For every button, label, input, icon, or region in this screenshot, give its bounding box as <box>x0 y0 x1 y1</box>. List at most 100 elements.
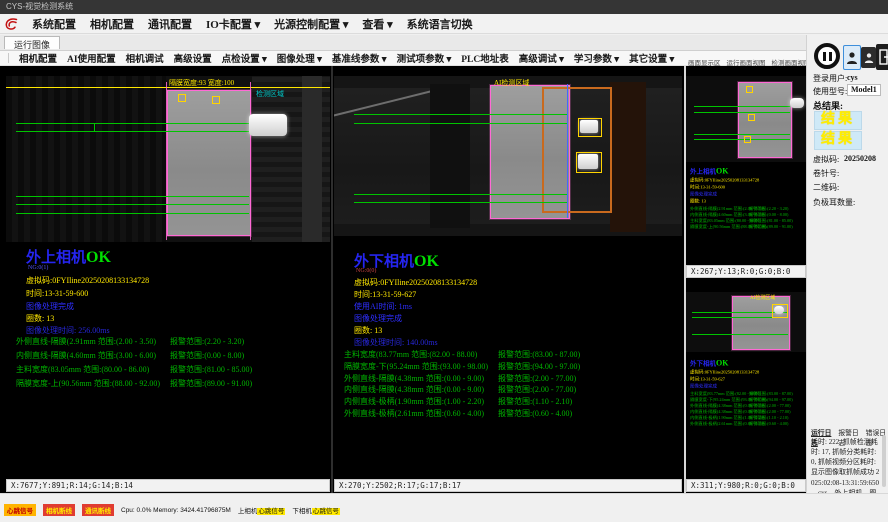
measure-value: 主料宽度(83.05mm 范围:(80.00 - 86.00) <box>16 364 149 375</box>
cpu-memory-status: Cpu: 0.0% Memory: 3424.41796875M <box>121 507 231 514</box>
upper-camera-heartbeat: 上相机心跳信号 <box>238 505 286 515</box>
process-done: 图像处理完成 <box>690 191 808 198</box>
preview2-title: 外下相机OK <box>690 358 808 368</box>
left-process-time: 图像处理时间: 256.00ms <box>26 325 110 336</box>
tool-learning-params[interactable]: 学习参数 ▾ <box>574 51 619 65</box>
label: 下相机 <box>292 508 312 515</box>
preview1-overlay: 外上相机OK 虚拟码:0FYIline20250208133134728 时间:… <box>690 166 808 230</box>
statusbar: 心跳信号 相机断线 通讯断线 Cpu: 0.0% Memory: 3424.41… <box>4 504 340 516</box>
alarm-range: 报警范围:(2.00 - 77.00) <box>498 373 576 384</box>
measure-value: 隔膜宽度-上(90.56mm 范围:(88.00 - 92.00) <box>16 378 160 389</box>
tab-blob <box>249 114 287 136</box>
menu-language-switch[interactable]: 系统语言切换 <box>407 16 473 32</box>
log-scrollbar[interactable] <box>882 435 886 487</box>
ok-status: OK <box>716 359 728 368</box>
user-login-button[interactable] <box>843 45 861 70</box>
exit-button[interactable] <box>876 44 888 70</box>
alarm-range: 报警范围:(0.60 - 4.00) <box>498 408 572 419</box>
measure-line <box>694 134 790 135</box>
pause-icon <box>823 52 826 61</box>
tool-advanced-debug[interactable]: 高级调试 ▾ <box>519 51 564 65</box>
mini-measurements: 外侧直线-隔膜(2.91mm 范围:(2.00 - 3.50)报警范围:(2.2… <box>690 206 808 230</box>
menu-view[interactable]: 查看 ▾ <box>362 16 392 32</box>
machine-background <box>6 76 166 242</box>
preview-tab-run[interactable]: 运行画面视图 <box>727 57 766 66</box>
vcode-value: 20250208 <box>844 154 876 163</box>
preview2-image[interactable]: AI检测区域 <box>686 292 806 352</box>
alarm-range: 报警范围:(2.00 - 77.00) <box>498 384 576 395</box>
right-camera-image[interactable]: AI检测区域 <box>334 76 682 236</box>
user-icon <box>846 51 858 65</box>
barcode: 虚拟码:0FYIline20250208133134728 <box>690 369 808 376</box>
result-indicator-bottom: 结果 <box>814 131 862 150</box>
tool-plc-address-table[interactable]: PLC地址表 <box>461 51 509 65</box>
tool-test-params[interactable]: 测试项参数 ▾ <box>397 51 452 65</box>
machine-column <box>430 84 470 228</box>
image-label-yellow: 隔膜宽度:93 宽度:100 <box>169 78 234 88</box>
left-ok-status: OK <box>86 249 111 266</box>
measure-row: 外侧直线-极柄(2.61mm 范围:(0.60 - 4.00)报警范围:(0.6… <box>344 408 680 420</box>
measure-row: 外侧直线-隔膜(2.91mm 范围:(2.00 - 3.50)报警范围:(2.2… <box>16 336 328 350</box>
tab-run-image[interactable]: 运行图像 <box>4 36 60 49</box>
menu-comm-config[interactable]: 通讯配置 <box>148 16 192 32</box>
measure-value: 内侧直线-隔膜(4.38mm 范围:(0.00 - 9.00) <box>344 384 484 395</box>
menu-io-config[interactable]: IO卡配置 ▾ <box>206 16 260 32</box>
tool-image-processing[interactable]: 图像处理 ▾ <box>277 51 322 65</box>
marker-box <box>178 94 186 102</box>
marker-box <box>578 118 602 137</box>
right-barcode: 虚拟码:0FYIline20250208133134728 <box>354 277 477 288</box>
alarm-range: 报警范围:(0.60 - 4.00) <box>749 421 788 427</box>
measure-value: 外侧直线-隔膜(2.91mm 范围:(2.00 - 3.50) <box>16 336 156 347</box>
menu-light-config[interactable]: 光源控制配置 ▾ <box>274 16 348 32</box>
menu-camera-config[interactable]: 相机配置 <box>90 16 134 32</box>
preview1-title: 外上相机OK <box>690 166 808 176</box>
left-result-title: 外上相机OK <box>26 246 111 267</box>
toolbar-separator <box>8 53 9 63</box>
comm-offline-badge: 通讯断线 <box>82 504 114 516</box>
process-done: 图像处理完成 <box>690 383 808 390</box>
tool-ai-usage-config[interactable]: AI使用配置 <box>67 51 116 65</box>
tab-count-label: 负极耳数量: <box>813 197 855 208</box>
tool-spot-check[interactable]: 点检设置 ▾ <box>222 51 267 65</box>
measure-line <box>692 334 788 335</box>
cell-region <box>167 90 251 236</box>
measure-line <box>16 213 249 214</box>
measure-line <box>16 131 249 132</box>
left-pixel-coordbar: X:7677;Y:891;R:14;G:14;B:14 <box>6 479 330 492</box>
alarm-range: 报警范围:(81.00 - 85.00) <box>170 364 252 375</box>
window-titlebar: CYS-视觉检测系统 <box>0 0 888 14</box>
alarm-range: 报警范围:(83.00 - 87.00) <box>498 349 580 360</box>
menu-system-config[interactable]: 系统配置 <box>32 16 76 32</box>
left-process-done: 图像处理完成 <box>26 301 74 312</box>
marker-box <box>744 136 751 143</box>
marker-box <box>576 152 602 173</box>
model-value[interactable]: Model1 <box>847 84 881 96</box>
right-measurements: 主料宽度(83.77mm 范围:(82.00 - 88.00)报警范围:(83.… <box>344 349 680 420</box>
lower-camera-heartbeat: 下相机心跳信号 <box>292 505 340 515</box>
tool-camera-config[interactable]: 相机配置 <box>19 51 57 65</box>
preview-tab-display[interactable]: 画面显示区 <box>688 57 721 66</box>
pause-button[interactable] <box>814 43 840 69</box>
measure-value: 内侧直线-极柄(1.90mm 范围:(1.00 - 2.20) <box>344 396 484 407</box>
left-camera-image[interactable]: 隔膜宽度:93 宽度:100 检测区域 <box>6 76 330 242</box>
measure-line <box>16 204 249 205</box>
measure-row: 内侧直线-隔膜(4.60mm 范围:(3.00 - 6.00)报警范围:(0.0… <box>16 350 328 364</box>
tool-baseline-params[interactable]: 基准线参数 ▾ <box>332 51 387 65</box>
menubar: 系统配置 相机配置 通讯配置 IO卡配置 ▾ 光源控制配置 ▾ 查看 ▾ 系统语… <box>0 14 888 34</box>
heartbeat-highlight: 心跳信号 <box>257 508 285 515</box>
left-ng-info: NG:0(1) <box>28 265 48 271</box>
measure-line <box>694 139 790 140</box>
preview-tab-detect[interactable]: 检测画面视图 <box>772 57 811 66</box>
left-barcode: 虚拟码:0FYIline20250208133134728 <box>26 275 149 286</box>
login-user-value: cys <box>847 73 858 82</box>
camera-name: 外上相机 <box>690 168 716 176</box>
machine-dark-band <box>610 82 646 232</box>
loop-count: 圈数: 13 <box>690 198 808 205</box>
tool-other-settings[interactable]: 其它设置 ▾ <box>629 51 674 65</box>
tool-advanced-settings[interactable]: 高级设置 <box>174 51 212 65</box>
preview1-image[interactable] <box>686 76 806 162</box>
tool-camera-debug[interactable]: 相机调试 <box>126 51 164 65</box>
right-ok-status: OK <box>414 253 439 270</box>
preview-tabstrip: 画面显示区 运行画面视图 检测画面视图 <box>688 57 806 66</box>
user-manage-button[interactable] <box>861 47 876 68</box>
